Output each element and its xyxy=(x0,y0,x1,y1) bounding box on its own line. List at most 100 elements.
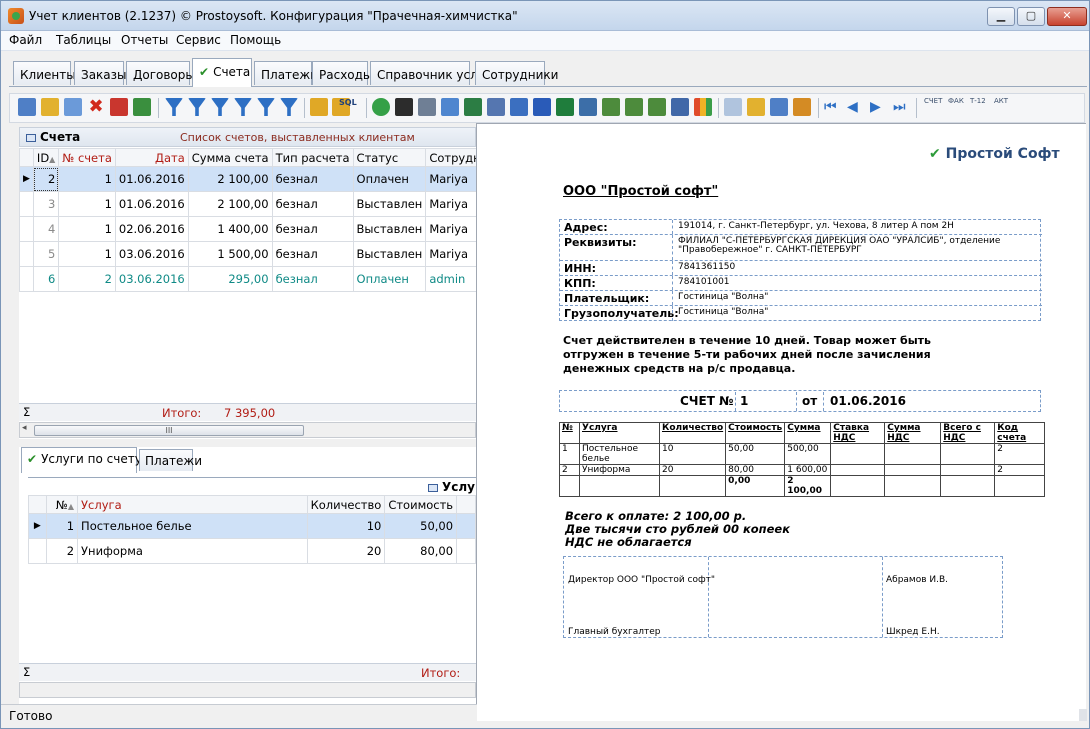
export-csv-icon[interactable] xyxy=(602,98,620,116)
edit-pencil-icon[interactable] xyxy=(41,98,59,116)
cell[interactable]: 03.06.2016 xyxy=(114,266,189,292)
cell[interactable]: безнал xyxy=(271,266,354,292)
tab-invoice-payments[interactable]: Платежи xyxy=(139,449,202,471)
tab-payments[interactable]: Платежи xyxy=(254,61,318,85)
first-record-icon[interactable]: ⏮ xyxy=(824,98,842,116)
cell[interactable]: безнал xyxy=(271,216,354,242)
database-icon[interactable] xyxy=(671,98,689,116)
cell[interactable]: Выставлен xyxy=(352,191,427,217)
export-xml-icon[interactable] xyxy=(579,98,597,116)
act-report-button[interactable]: АКТ xyxy=(994,97,1008,105)
table-row[interactable]: 4 1 02.06.2016 1 400,00 безнал Выставлен… xyxy=(19,216,516,242)
cell[interactable]: 01.06.2016 xyxy=(114,166,189,192)
filter-clear-icon[interactable] xyxy=(211,98,229,116)
menu-file[interactable]: Файл xyxy=(9,33,42,47)
next-record-icon[interactable]: ▶ xyxy=(870,98,888,116)
table-row[interactable]: 5 1 03.06.2016 1 500,00 безнал Выставлен… xyxy=(19,241,516,267)
cell[interactable]: 2 100,00 xyxy=(187,191,273,217)
delete-all-icon[interactable] xyxy=(110,98,128,116)
import-icon[interactable] xyxy=(133,98,151,116)
tab-clients[interactable]: Клиенты xyxy=(13,61,76,85)
export-html-icon[interactable] xyxy=(510,98,528,116)
export-doc-icon[interactable] xyxy=(487,98,505,116)
col-header-payment-type[interactable]: Тип расчета xyxy=(271,148,354,167)
cell[interactable]: 1 500,00 xyxy=(187,241,273,267)
maximize-button[interactable]: ▢ xyxy=(1017,7,1045,26)
document-icon[interactable] xyxy=(747,98,765,116)
table-settings-icon[interactable] xyxy=(793,98,811,116)
open-record-icon[interactable] xyxy=(18,98,36,116)
cell[interactable]: 20 xyxy=(306,538,386,564)
cell[interactable]: 2 xyxy=(32,166,60,192)
cell[interactable]: 5 xyxy=(32,241,60,267)
cell[interactable]: Оплачен xyxy=(352,266,427,292)
cell[interactable]: 3 xyxy=(32,191,60,217)
menu-service[interactable]: Сервис xyxy=(176,33,221,47)
resize-grip-icon[interactable] xyxy=(1079,709,1087,721)
tab-services-on-invoice[interactable]: ✔ Услуги по счету xyxy=(21,447,142,473)
col-header-no[interactable]: №▲ xyxy=(45,495,79,514)
horizontal-scrollbar[interactable] xyxy=(19,682,476,698)
scroll-left-icon[interactable]: ◂ xyxy=(22,423,27,433)
col-header-service[interactable]: Услуга xyxy=(77,495,308,514)
cell[interactable]: 1 xyxy=(58,241,116,267)
services-table[interactable]: №▲ Услуга Количество Стоимость ▶ 1 Посте… xyxy=(28,495,476,564)
cell[interactable] xyxy=(456,513,476,539)
menu-tables[interactable]: Таблицы xyxy=(56,33,111,47)
cell[interactable] xyxy=(456,538,476,564)
col-header-quantity[interactable]: Количество xyxy=(306,495,386,514)
binoculars-icon[interactable] xyxy=(395,98,413,116)
list-icon[interactable] xyxy=(770,98,788,116)
refresh-icon[interactable] xyxy=(372,98,390,116)
print-icon[interactable] xyxy=(418,98,436,116)
cell[interactable]: Выставлен xyxy=(352,241,427,267)
chart-icon[interactable] xyxy=(694,98,712,116)
splitter[interactable] xyxy=(19,439,476,447)
cell[interactable]: 03.06.2016 xyxy=(114,241,189,267)
cell[interactable]: 1 400,00 xyxy=(187,216,273,242)
cell[interactable]: 01.06.2016 xyxy=(114,191,189,217)
cell[interactable]: 6 xyxy=(32,266,60,292)
cell[interactable]: Униформа xyxy=(77,538,308,564)
export-icon[interactable] xyxy=(464,98,482,116)
cell[interactable]: безнал xyxy=(271,166,354,192)
cell[interactable]: 2 xyxy=(58,266,116,292)
cell[interactable]: 50,00 xyxy=(384,513,458,539)
close-button[interactable]: ✕ xyxy=(1047,7,1087,26)
tab-invoices[interactable]: ✔ Счета xyxy=(192,58,252,87)
minimize-button[interactable]: ▁ xyxy=(987,7,1015,26)
tab-service-catalog[interactable]: Справочник услуг xyxy=(370,61,491,85)
filter-saved-icon[interactable] xyxy=(280,98,298,116)
invoice-report-button[interactable]: СЧЕТ xyxy=(924,97,942,105)
facture-report-button[interactable]: ФАК xyxy=(948,97,964,105)
cell[interactable]: 10 xyxy=(306,513,386,539)
filter-icon[interactable] xyxy=(165,98,183,116)
export-txt-icon[interactable] xyxy=(625,98,643,116)
cell[interactable]: Оплачен xyxy=(352,166,427,192)
col-header-status[interactable]: Статус xyxy=(352,148,427,167)
last-record-icon[interactable]: ⏭ xyxy=(893,98,911,116)
sql-icon[interactable]: SQL xyxy=(339,99,357,107)
prev-record-icon[interactable]: ◀ xyxy=(847,98,865,116)
cell[interactable]: безнал xyxy=(271,191,354,217)
col-header-invoice-no[interactable]: № счета xyxy=(58,148,116,167)
menu-reports[interactable]: Отчеты xyxy=(121,33,168,47)
cell[interactable]: 4 xyxy=(32,216,60,242)
cell[interactable]: 2 100,00 xyxy=(187,166,273,192)
t12-report-button[interactable]: Т-12 xyxy=(970,97,986,105)
table-row[interactable]: 6 2 03.06.2016 295,00 безнал Оплачен adm… xyxy=(19,266,516,292)
print-preview-icon[interactable] xyxy=(441,98,459,116)
col-header-date[interactable]: Дата xyxy=(114,148,189,167)
excel-export-icon[interactable] xyxy=(556,98,574,116)
cell[interactable]: Выставлен xyxy=(352,216,427,242)
scroll-thumb[interactable]: III xyxy=(34,425,304,436)
invoices-table[interactable]: ID▲ № счета Дата Сумма счета Тип расчета… xyxy=(19,148,516,292)
export-dbf-icon[interactable] xyxy=(648,98,666,116)
tab-contracts[interactable]: Договоры xyxy=(126,61,195,85)
menu-help[interactable]: Помощь xyxy=(230,33,281,47)
col-header-more[interactable] xyxy=(456,495,476,514)
sort-icon[interactable] xyxy=(724,98,742,116)
tab-employees[interactable]: Сотрудники xyxy=(475,61,558,85)
cell[interactable]: 2 xyxy=(45,538,79,564)
col-header-id[interactable]: ID▲ xyxy=(32,148,60,167)
